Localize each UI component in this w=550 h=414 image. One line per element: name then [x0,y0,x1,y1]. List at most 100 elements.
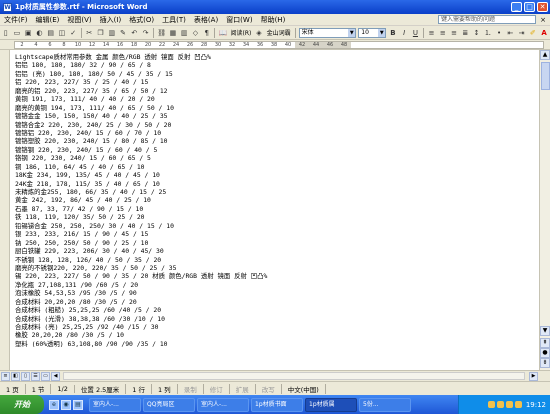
print-preview-icon[interactable]: ◫ [57,28,66,38]
status-record[interactable]: 录制 [178,383,204,394]
ruler-tick: 18 [130,42,138,48]
tray-icon[interactable] [496,401,504,408]
scroll-left-icon[interactable]: ◀ [51,371,60,381]
menu-help[interactable]: 帮助(H) [257,15,290,25]
underline-button[interactable]: U [411,28,420,38]
status-overtype[interactable]: 改写 [256,383,282,394]
menu-edit[interactable]: 编辑(E) [32,15,64,25]
font-family-select[interactable]: 宋体 ▼ [298,27,357,38]
indent-icon[interactable]: ⇥ [517,28,526,38]
highlight-icon[interactable]: ✐ [528,28,537,38]
save-icon[interactable]: ▣ [24,28,33,38]
document-line: 铬钢 220, 230, 240/ 15 / 60 / 65 / 5 [15,154,151,163]
menu-insert[interactable]: 插入(I) [96,15,126,25]
numbering-icon[interactable]: ⒈ [483,28,492,38]
menu-format[interactable]: 格式(O) [125,15,158,25]
columns-icon[interactable]: ▥ [180,28,189,38]
open-folder-icon[interactable]: ▭ [12,28,21,38]
format-painter-icon[interactable]: ✎ [118,28,127,38]
close-button[interactable]: ✕ [537,2,548,12]
spelling-icon[interactable]: ✓ [69,28,78,38]
kingsoft-button[interactable]: 金山词霸 [267,28,291,37]
print-icon[interactable]: ▤ [46,28,55,38]
scroll-down-icon[interactable]: ▼ [540,326,550,336]
menu-view[interactable]: 视图(V) [63,15,95,25]
horizontal-ruler[interactable]: 2 4 6 8 10 12 14 16 18 20 22 24 26 28 30… [0,40,550,50]
tray-icon[interactable] [514,401,522,408]
ruler-tick: 32 [228,42,236,48]
vertical-scrollbar[interactable]: ▲ ▼ ⇞ ● ⇟ [539,50,550,370]
start-button[interactable]: 开始 [0,395,44,414]
new-document-icon[interactable]: ▯ [1,28,10,38]
menu-table[interactable]: 表格(A) [190,15,222,25]
outline-view-icon[interactable]: ☰ [31,371,40,381]
justify-icon[interactable]: ≣ [461,28,470,38]
previous-page-icon[interactable]: ⇞ [540,338,550,348]
document-close-icon[interactable]: × [539,16,547,24]
minimize-button[interactable]: _ [511,2,522,12]
outdent-icon[interactable]: ⇤ [506,28,515,38]
clock[interactable]: 19:12 [526,401,546,409]
align-left-icon[interactable]: ≡ [427,28,436,38]
tray-icon[interactable] [505,401,513,408]
align-center-icon[interactable]: ≡ [438,28,447,38]
menu-tools[interactable]: 工具(T) [158,15,190,25]
document-line: 石墨 87, 33, 77/ 42 / 90 / 15 / 10 [15,204,144,213]
cut-icon[interactable]: ✂ [85,28,94,38]
media-icon[interactable]: ◉ [61,399,71,410]
document-line: 黄金 242, 192, 86/ 45 / 40 / 25 / 10 [15,196,151,205]
scroll-up-icon[interactable]: ▲ [540,50,550,60]
taskbar-item[interactable]: 室内人-... [89,397,141,412]
tray-icon[interactable] [487,401,495,408]
horizontal-scroll-track[interactable] [63,372,525,380]
desktop-icon[interactable]: ▤ [73,399,83,410]
horizontal-scrollbar[interactable]: ≡ ◧ ▯ ☰ ▭ ◀ ▶ [0,370,550,381]
bullets-icon[interactable]: • [494,28,503,38]
scroll-right-icon[interactable]: ▶ [529,371,538,381]
read-mode-button[interactable]: 阅读(R) [231,28,252,37]
status-track-changes[interactable]: 修订 [204,383,230,394]
permission-icon[interactable]: ◐ [35,28,44,38]
taskbar-item[interactable]: QQ亮局区 [143,397,195,412]
copy-icon[interactable]: ❐ [96,28,105,38]
font-color-icon[interactable]: A [539,28,548,38]
show-hide-icon[interactable]: ¶ [202,28,211,38]
taskbar-item-active[interactable]: 1p材质属 [305,397,357,412]
taskbar-item[interactable]: 室内人-... [197,397,249,412]
help-search-input[interactable]: 键入需要帮助的问题 [438,15,536,24]
web-view-icon[interactable]: ◧ [11,371,20,381]
next-page-icon[interactable]: ⇟ [540,358,550,368]
scroll-thumb[interactable] [541,62,550,90]
italic-button[interactable]: I [400,28,409,38]
undo-icon[interactable]: ↶ [130,28,139,38]
line-spacing-icon[interactable]: ↕ [472,28,481,38]
paste-icon[interactable]: ▥ [107,28,116,38]
maximize-button[interactable]: □ [524,2,535,12]
reading-view-icon[interactable]: ▭ [41,371,50,381]
redo-icon[interactable]: ↷ [141,28,150,38]
ruler-tick: 26 [186,42,194,48]
title-bar: W 1p材质属性参数.rtf - Microsoft Word _ □ ✕ [0,0,550,14]
word-app-icon[interactable]: W [3,2,12,12]
taskbar-item[interactable]: 1p材质书面 [251,397,303,412]
align-right-icon[interactable]: ≡ [449,28,458,38]
status-extend[interactable]: 扩展 [230,383,256,394]
ruler-tick: 8 [62,42,66,48]
status-language[interactable]: 中文(中国) [282,383,326,394]
print-view-icon[interactable]: ▯ [21,371,30,381]
ie-icon[interactable]: e [49,399,59,410]
normal-view-icon[interactable]: ≡ [1,371,10,381]
document-line: 合成材料 20,20,20 /80 /30 /5 / 20 [15,297,137,306]
menu-window[interactable]: 窗口(W) [222,15,256,25]
document-line: 厨白铁罐 229, 223, 206/ 30 / 40 / 45/ 30 [15,247,164,256]
font-size-select[interactable]: 10 ▼ [358,27,387,38]
browse-object-icon[interactable]: ● [540,348,550,358]
status-position: 位置 2.5厘米 [75,383,127,394]
menu-file[interactable]: 文件(F) [0,15,32,25]
taskbar-item[interactable]: 5份... [359,397,411,412]
hyperlink-icon[interactable]: ⛓ [157,28,166,38]
table-icon[interactable]: ▦ [168,28,177,38]
bold-button[interactable]: B [388,28,397,38]
document-page[interactable]: Lightscape质材常用参数 金属 颜色/RGB 透射 镜面 反射 凹凸% … [11,50,539,370]
drawing-icon[interactable]: ◇ [191,28,200,38]
